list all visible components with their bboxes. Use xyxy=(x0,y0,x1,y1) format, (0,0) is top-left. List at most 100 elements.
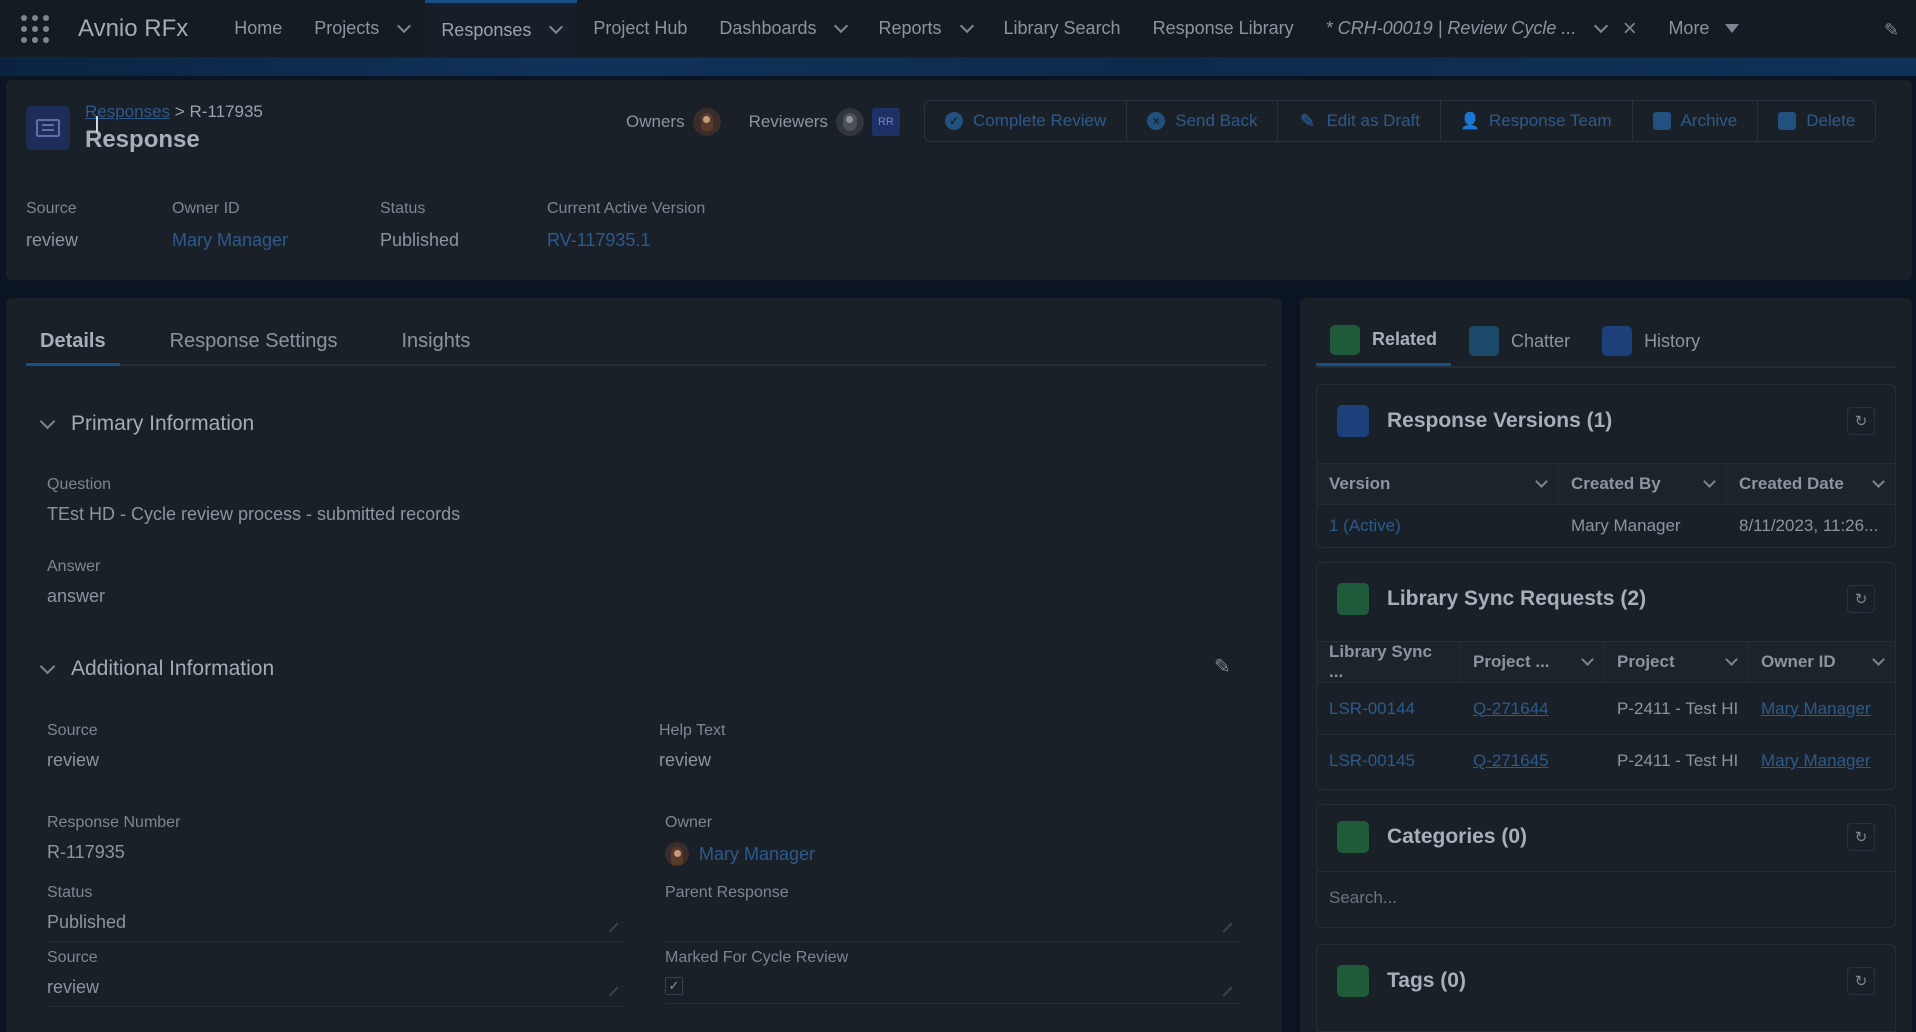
chevron-down-icon[interactable] xyxy=(1703,474,1716,488)
owner-link[interactable]: Mary Manager xyxy=(699,844,815,865)
source-field-2: Source review xyxy=(47,949,623,1007)
tab-insights[interactable]: Insights xyxy=(387,314,484,366)
column-header[interactable]: Project ... xyxy=(1461,642,1605,682)
owners-label: Owners xyxy=(626,112,685,131)
nav-library-search[interactable]: Library Search xyxy=(988,0,1137,58)
owner-avatar[interactable] xyxy=(692,108,721,136)
breadcrumb-current: R-117935 xyxy=(189,102,263,121)
refresh-icon[interactable]: ↻ xyxy=(1847,823,1875,851)
detail-tabs: Details Response Settings Insights xyxy=(26,314,1266,366)
tab-details[interactable]: Details xyxy=(26,314,120,366)
tag-icon xyxy=(1337,965,1369,997)
owner-link[interactable]: Mary Manager xyxy=(1749,751,1895,771)
sync-request-link[interactable]: LSR-00144 xyxy=(1317,699,1461,719)
response-number-field: Response Number R-117935 xyxy=(47,814,181,862)
record-type-icon xyxy=(26,106,70,150)
column-header[interactable]: Created By xyxy=(1559,464,1727,504)
owner-avatar xyxy=(665,842,689,866)
tab-history[interactable]: History xyxy=(1588,316,1714,366)
nav-more[interactable]: More xyxy=(1652,0,1755,58)
chevron-down-icon[interactable] xyxy=(1872,474,1885,488)
help-text-field: Help Text review xyxy=(659,722,726,770)
chevron-down-icon[interactable] xyxy=(1872,652,1885,666)
delete-button[interactable]: Delete xyxy=(1758,101,1875,141)
version-link[interactable]: 1 (Active) xyxy=(1317,516,1559,536)
cycle-review-checkbox[interactable]: ✓ xyxy=(665,977,683,995)
nav-dashboards[interactable]: Dashboards xyxy=(703,0,862,58)
reviewers-label: Reviewers xyxy=(748,112,828,131)
chevron-down-icon[interactable] xyxy=(39,413,56,429)
refresh-icon[interactable]: ↻ xyxy=(1847,585,1875,613)
column-header[interactable]: Version xyxy=(1317,464,1559,504)
reviewer-initials-avatar[interactable]: RR xyxy=(871,108,900,136)
mouse-cursor-icon xyxy=(96,116,106,132)
library-sync-requests-card: Library Sync Requests (2) ↻ Library Sync… xyxy=(1316,562,1896,790)
owner-link[interactable]: Mary Manager xyxy=(1749,699,1895,719)
response-team-button[interactable]: 👤 Response Team xyxy=(1441,101,1633,141)
chevron-down-icon[interactable] xyxy=(959,18,974,33)
chevron-down-icon[interactable] xyxy=(1725,652,1738,666)
related-panel: Related Chatter History Response Version… xyxy=(1300,298,1912,1032)
edit-nav-pencil-icon[interactable]: ✎ xyxy=(1884,20,1902,40)
nav-response-library[interactable]: Response Library xyxy=(1137,0,1310,58)
column-header[interactable]: Created Date xyxy=(1727,464,1895,504)
app-name: Avnio RFx xyxy=(78,14,189,42)
edit-as-draft-button[interactable]: ✎ Edit as Draft xyxy=(1278,101,1442,141)
nav-reports[interactable]: Reports xyxy=(862,0,987,58)
complete-review-button[interactable]: ✓ Complete Review xyxy=(925,101,1128,141)
action-button-group: ✓ Complete Review × Send Back ✎ Edit as Dra… xyxy=(924,100,1877,142)
reviewer-avatar[interactable] xyxy=(835,108,864,136)
owners-reviewers: Owners Reviewers RR xyxy=(626,108,900,136)
header-field-status: Status Published xyxy=(380,200,460,250)
tab-chatter[interactable]: Chatter xyxy=(1455,316,1584,366)
history-clock-icon xyxy=(1602,326,1633,356)
edit-pencil-icon[interactable]: ✎ xyxy=(1214,654,1231,679)
sync-request-link[interactable]: LSR-00145 xyxy=(1317,751,1461,771)
chevron-down-icon[interactable] xyxy=(1535,474,1548,488)
refresh-icon[interactable]: ↻ xyxy=(1847,407,1875,435)
refresh-icon[interactable]: ↻ xyxy=(1847,967,1875,995)
sync-list-icon xyxy=(1337,583,1369,615)
cycle-review-field: Marked For Cycle Review ✓ xyxy=(665,949,1241,1004)
column-header[interactable]: Owner ID xyxy=(1749,642,1895,682)
chevron-down-icon[interactable] xyxy=(1581,652,1594,666)
header-field-active-version: Current Active Version RV-117935.1 xyxy=(547,200,706,251)
archive-button[interactable]: Archive xyxy=(1633,101,1759,141)
table-row: LSR-00144 Q-271644 P-2411 - Test HI Mary… xyxy=(1317,683,1895,735)
close-icon[interactable]: × xyxy=(1622,15,1636,43)
primary-information-section[interactable]: Primary Information xyxy=(39,412,254,436)
chevron-down-icon[interactable] xyxy=(39,658,56,674)
nav-home[interactable]: Home xyxy=(218,0,298,58)
nav-open-record-tab[interactable]: * CRH-00019 | Review Cycle ... × xyxy=(1310,0,1653,58)
chevron-down-icon[interactable] xyxy=(549,19,564,35)
chevron-down-icon[interactable] xyxy=(1594,18,1609,33)
table-row: 1 (Active) Mary Manager 8/11/2023, 11:26… xyxy=(1317,505,1895,547)
chevron-down-icon[interactable] xyxy=(834,18,849,33)
source-field: Source review xyxy=(47,722,100,770)
card-title: Library Sync Requests (2) xyxy=(1337,583,1646,615)
tab-response-settings[interactable]: Response Settings xyxy=(156,314,352,366)
column-header[interactable]: Library Sync ... xyxy=(1317,642,1461,682)
nav-project-hub[interactable]: Project Hub xyxy=(577,0,703,58)
nav-projects[interactable]: Projects xyxy=(298,0,425,58)
table-row: LSR-00145 Q-271645 P-2411 - Test HI Mary… xyxy=(1317,735,1895,787)
tab-related[interactable]: Related xyxy=(1316,316,1452,366)
table-header: Library Sync ... Project ... Project Own… xyxy=(1317,641,1895,683)
project-question-link[interactable]: Q-271644 xyxy=(1461,699,1605,719)
owner-id-link[interactable]: Mary Manager xyxy=(172,230,288,251)
caret-down-icon[interactable] xyxy=(1725,24,1740,33)
app-launcher-icon[interactable] xyxy=(20,14,50,44)
send-back-button[interactable]: × Send Back xyxy=(1127,101,1279,141)
tags-card: Tags (0) ↻ xyxy=(1316,944,1896,1032)
additional-information-section[interactable]: Additional Information xyxy=(39,657,274,681)
category-search-input[interactable]: Search... xyxy=(1317,871,1895,923)
project-question-link[interactable]: Q-271645 xyxy=(1461,751,1605,771)
check-circle-icon: ✓ xyxy=(945,112,963,130)
details-panel: Details Response Settings Insights Prima… xyxy=(6,298,1282,1032)
card-title: Tags (0) xyxy=(1337,965,1466,997)
active-version-link[interactable]: RV-117935.1 xyxy=(547,230,705,251)
pencil-icon: ✎ xyxy=(1299,110,1316,131)
chevron-down-icon[interactable] xyxy=(397,18,412,33)
nav-responses[interactable]: Responses xyxy=(425,0,578,58)
column-header[interactable]: Project xyxy=(1605,642,1749,682)
